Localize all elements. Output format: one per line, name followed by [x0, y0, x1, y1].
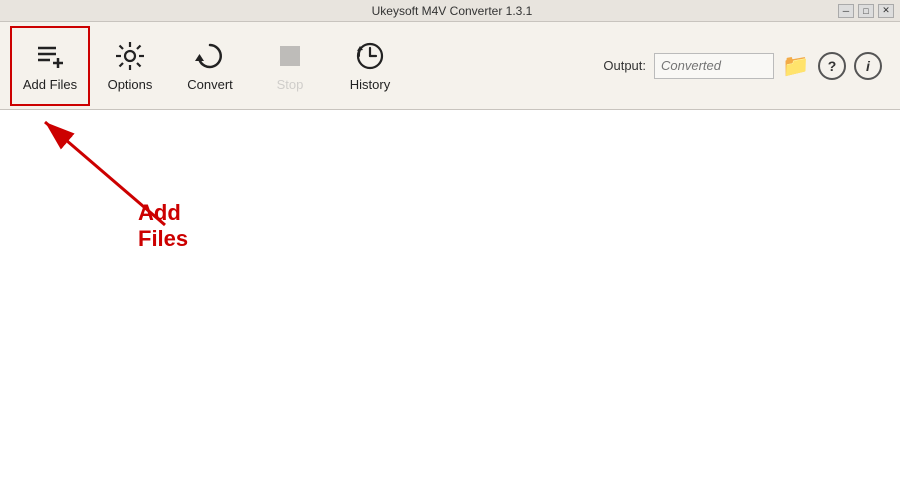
convert-icon: [193, 39, 227, 73]
annotation-text: Add Files: [138, 200, 188, 252]
main-content: Add Files: [0, 110, 900, 500]
output-area: Output: 📁 ? i: [603, 52, 882, 80]
output-input[interactable]: [654, 53, 774, 79]
arrow-svg: [0, 110, 200, 240]
close-button[interactable]: ✕: [878, 4, 894, 18]
history-label: History: [350, 77, 390, 92]
add-files-label: Add Files: [23, 77, 77, 92]
window-title: Ukeysoft M4V Converter 1.3.1: [66, 4, 838, 18]
convert-label: Convert: [187, 77, 233, 92]
maximize-button[interactable]: □: [858, 4, 874, 18]
history-button[interactable]: History: [330, 26, 410, 106]
options-icon: [113, 39, 147, 73]
folder-icon: 📁: [782, 53, 809, 79]
add-files-icon: [33, 39, 67, 73]
help-icon: ?: [828, 58, 837, 74]
help-button[interactable]: ?: [818, 52, 846, 80]
history-icon: [353, 39, 387, 73]
stop-label: Stop: [277, 77, 304, 92]
add-files-button[interactable]: Add Files: [10, 26, 90, 106]
options-label: Options: [108, 77, 153, 92]
info-icon: i: [866, 58, 870, 74]
stop-button[interactable]: Stop: [250, 26, 330, 106]
info-button[interactable]: i: [854, 52, 882, 80]
minimize-button[interactable]: ─: [838, 4, 854, 18]
stop-icon: [273, 39, 307, 73]
convert-button[interactable]: Convert: [170, 26, 250, 106]
toolbar: Add Files Options: [0, 22, 900, 110]
output-label: Output:: [603, 58, 646, 73]
window-controls: ─ □ ✕: [838, 4, 894, 18]
options-button[interactable]: Options: [90, 26, 170, 106]
title-bar: Ukeysoft M4V Converter 1.3.1 ─ □ ✕: [0, 0, 900, 22]
open-folder-button[interactable]: 📁: [782, 52, 810, 80]
